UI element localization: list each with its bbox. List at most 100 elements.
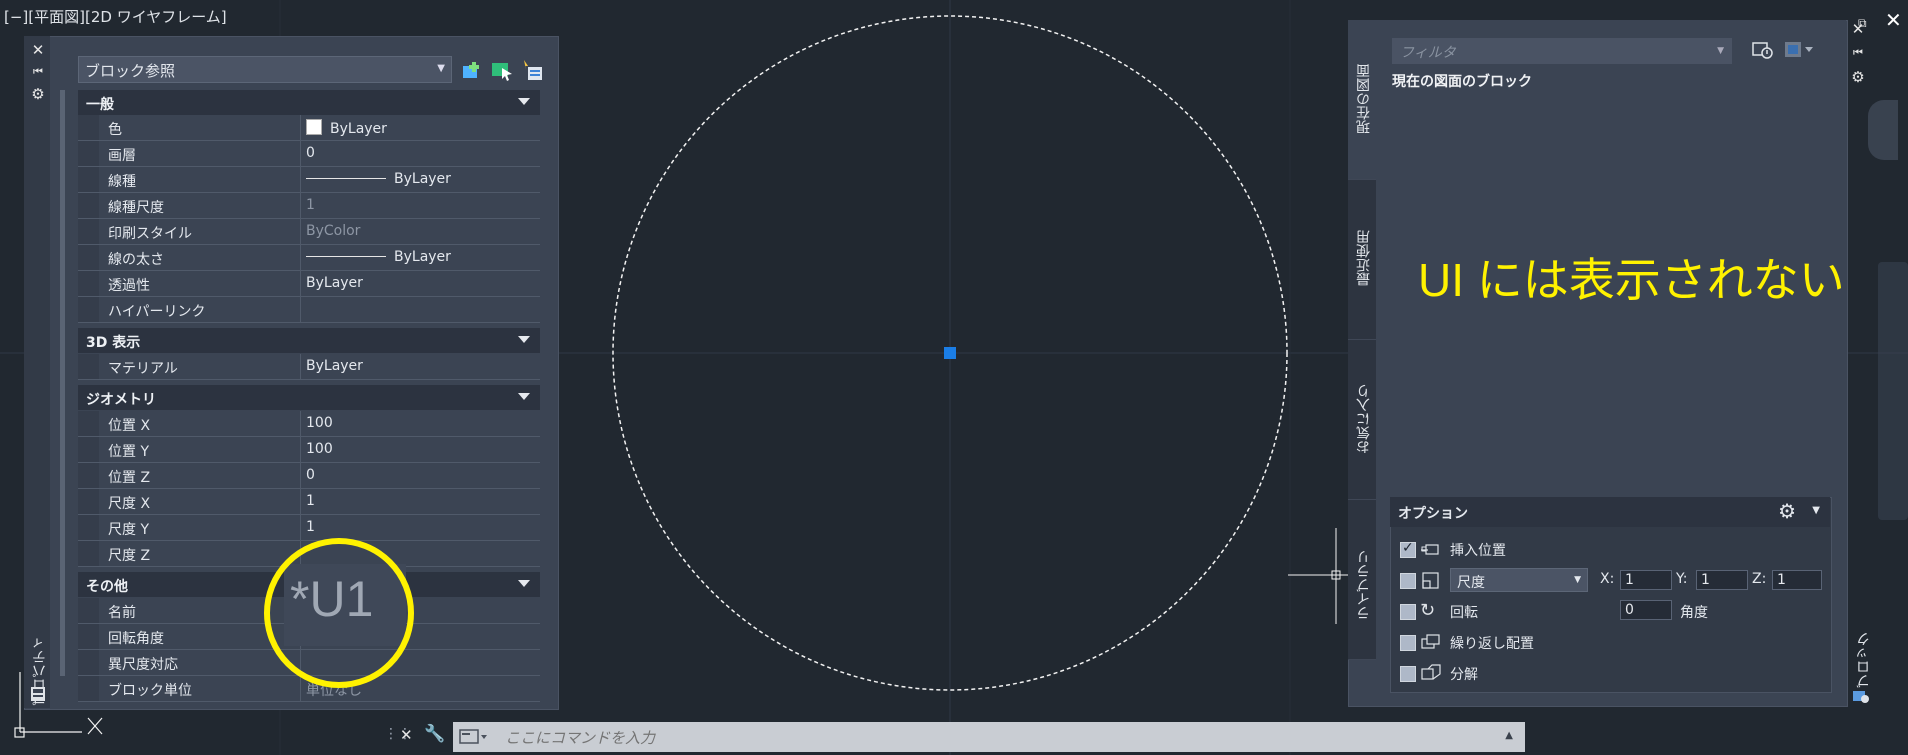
property-value[interactable]	[302, 297, 540, 322]
block-filter-input[interactable]: フィルタ ▼	[1392, 38, 1732, 64]
property-value: ByColor	[306, 223, 361, 239]
collapse-icon[interactable]	[518, 580, 530, 587]
property-label: 尺度 Z	[78, 541, 301, 566]
collapse-icon[interactable]	[518, 336, 530, 343]
tab-recent[interactable]: 最近使用	[1348, 180, 1376, 340]
close-icon[interactable]: ✕	[1885, 8, 1902, 32]
blocks-palette-title: ブロック	[1856, 632, 1872, 688]
tab-current-drawing[interactable]: 現在の図面	[1348, 20, 1376, 180]
section-3d-visualization[interactable]: 3D 表示	[78, 328, 540, 353]
toggle-pickadd-icon[interactable]	[460, 58, 484, 82]
property-value[interactable]: 0	[302, 463, 540, 488]
section-geometry[interactable]: ジオメトリ	[78, 385, 540, 410]
property-row[interactable]: 尺度 X1	[78, 489, 540, 515]
scale-z-input[interactable]: 1	[1772, 570, 1822, 590]
property-row[interactable]: 位置 Z0	[78, 463, 540, 489]
property-label: 線の太さ	[78, 245, 301, 270]
property-value[interactable]: 1	[302, 515, 540, 540]
quick-select-icon[interactable]	[520, 58, 544, 82]
navigation-bar[interactable]	[1878, 262, 1908, 520]
blocks-palette-autohide-icon[interactable]: ⏮	[1850, 46, 1866, 60]
select-objects-icon[interactable]	[490, 58, 514, 82]
options-panel-header[interactable]: オプション ⚙ ▼	[1390, 497, 1830, 527]
viewcube[interactable]	[1868, 100, 1898, 160]
explode-icon	[1420, 663, 1442, 685]
blocks-properties-icon[interactable]	[1852, 688, 1869, 708]
property-label: 色	[78, 115, 301, 140]
filter-placeholder: フィルタ	[1400, 45, 1456, 61]
gear-icon[interactable]: ⚙	[1778, 499, 1796, 523]
command-line[interactable]: ▲	[453, 722, 1525, 754]
collapse-icon[interactable]	[518, 98, 530, 105]
property-value[interactable]: ByLayer	[302, 354, 540, 379]
scale-y-label: Y:	[1676, 571, 1688, 587]
palette-settings-icon[interactable]: ⚙	[30, 86, 46, 102]
thumbnail-view-icon[interactable]	[1784, 41, 1814, 63]
scroll-track[interactable]	[60, 90, 65, 676]
customize-wrench-icon[interactable]: 🔧	[424, 724, 445, 744]
property-value[interactable]: 100	[302, 437, 540, 462]
chevron-down-icon: ▼	[1574, 575, 1581, 585]
property-row[interactable]: 尺度 Y1	[78, 515, 540, 541]
property-label: 画層	[78, 141, 301, 166]
property-value[interactable]: 100	[302, 411, 540, 436]
property-row[interactable]: 透過性 ByLayer	[78, 271, 540, 297]
chevron-down-icon[interactable]: ▼	[1812, 505, 1820, 516]
property-value[interactable]: ByLayer	[330, 121, 387, 137]
property-row[interactable]: 線種 ByLayer	[78, 167, 540, 193]
viewport-controls-label[interactable]: [−][平面図][2D ワイヤフレーム]	[4, 6, 227, 27]
property-row[interactable]: 線種尺度 1	[78, 193, 540, 219]
repeat-placement-label: 繰り返し配置	[1450, 636, 1534, 652]
property-label: 線種	[78, 167, 301, 192]
property-value[interactable]: 0	[302, 141, 540, 166]
property-row[interactable]: ハイパーリンク	[78, 297, 540, 323]
property-row[interactable]: 色 ByLayer	[78, 115, 540, 141]
property-value[interactable]: ByLayer	[302, 271, 540, 296]
rotation-checkbox[interactable]	[1400, 604, 1416, 620]
property-label: 位置 Y	[78, 437, 301, 462]
tab-libraries[interactable]: ライブラリ	[1348, 500, 1376, 660]
scale-checkbox[interactable]	[1400, 573, 1416, 589]
property-label: 透過性	[78, 271, 301, 296]
blocks-palette-settings-icon[interactable]: ⚙	[1850, 68, 1866, 86]
property-row[interactable]: 画層 0	[78, 141, 540, 167]
property-value[interactable]: ByLayer	[394, 171, 451, 187]
tab-favorites[interactable]: お気に入り	[1348, 340, 1376, 500]
blocks-palette-close-icon[interactable]: ✕	[1850, 20, 1866, 38]
repeat-placement-checkbox[interactable]	[1400, 635, 1416, 651]
command-line-handle[interactable]: ⋮⋮ ✕ 🔧	[384, 724, 454, 750]
explode-checkbox[interactable]	[1400, 666, 1416, 682]
quick-properties-icon[interactable]	[30, 686, 46, 702]
section-general[interactable]: 一般	[78, 90, 540, 115]
collapse-icon[interactable]	[518, 393, 530, 400]
scale-mode-select[interactable]: 尺度 ▼	[1450, 568, 1588, 592]
command-input[interactable]	[503, 722, 1457, 754]
highlight-circle	[264, 538, 414, 688]
property-value[interactable]: ByLayer	[394, 249, 451, 265]
property-row[interactable]: 線の太さ ByLayer	[78, 245, 540, 271]
property-label: 尺度 Y	[78, 515, 301, 540]
command-close-icon[interactable]: ✕	[400, 726, 413, 744]
property-row[interactable]: 位置 X 100	[78, 411, 540, 437]
object-type-value: ブロック参照	[85, 62, 176, 80]
property-row[interactable]: マテリアル ByLayer	[78, 354, 540, 380]
import-block-icon[interactable]	[1752, 40, 1774, 64]
scale-x-input[interactable]: 1	[1620, 570, 1672, 590]
property-label: 異尺度対応	[78, 650, 301, 675]
property-row[interactable]: 位置 Y 100	[78, 437, 540, 463]
properties-palette-titlebar[interactable]: ✕ ⏮ ⚙ プロパティ	[24, 36, 50, 708]
property-value[interactable]: 1	[302, 489, 540, 514]
insertion-point-checkbox[interactable]	[1400, 540, 1416, 558]
insertion-grip[interactable]	[944, 347, 956, 359]
property-row[interactable]: 印刷スタイル ByColor	[78, 219, 540, 245]
command-history-icon[interactable]	[459, 728, 489, 750]
chevron-up-icon[interactable]: ▲	[1505, 730, 1513, 741]
object-type-select[interactable]: ブロック参照 ▼	[78, 56, 452, 83]
palette-close-icon[interactable]: ✕	[30, 42, 46, 58]
rotation-icon: ↻	[1420, 600, 1436, 621]
scale-y-input[interactable]: 1	[1696, 570, 1748, 590]
rotation-angle-input[interactable]: 0	[1620, 600, 1672, 620]
palette-autohide-icon[interactable]: ⏮	[30, 64, 46, 80]
property-label: ハイパーリンク	[78, 297, 301, 322]
insertion-point-icon	[1420, 540, 1442, 562]
